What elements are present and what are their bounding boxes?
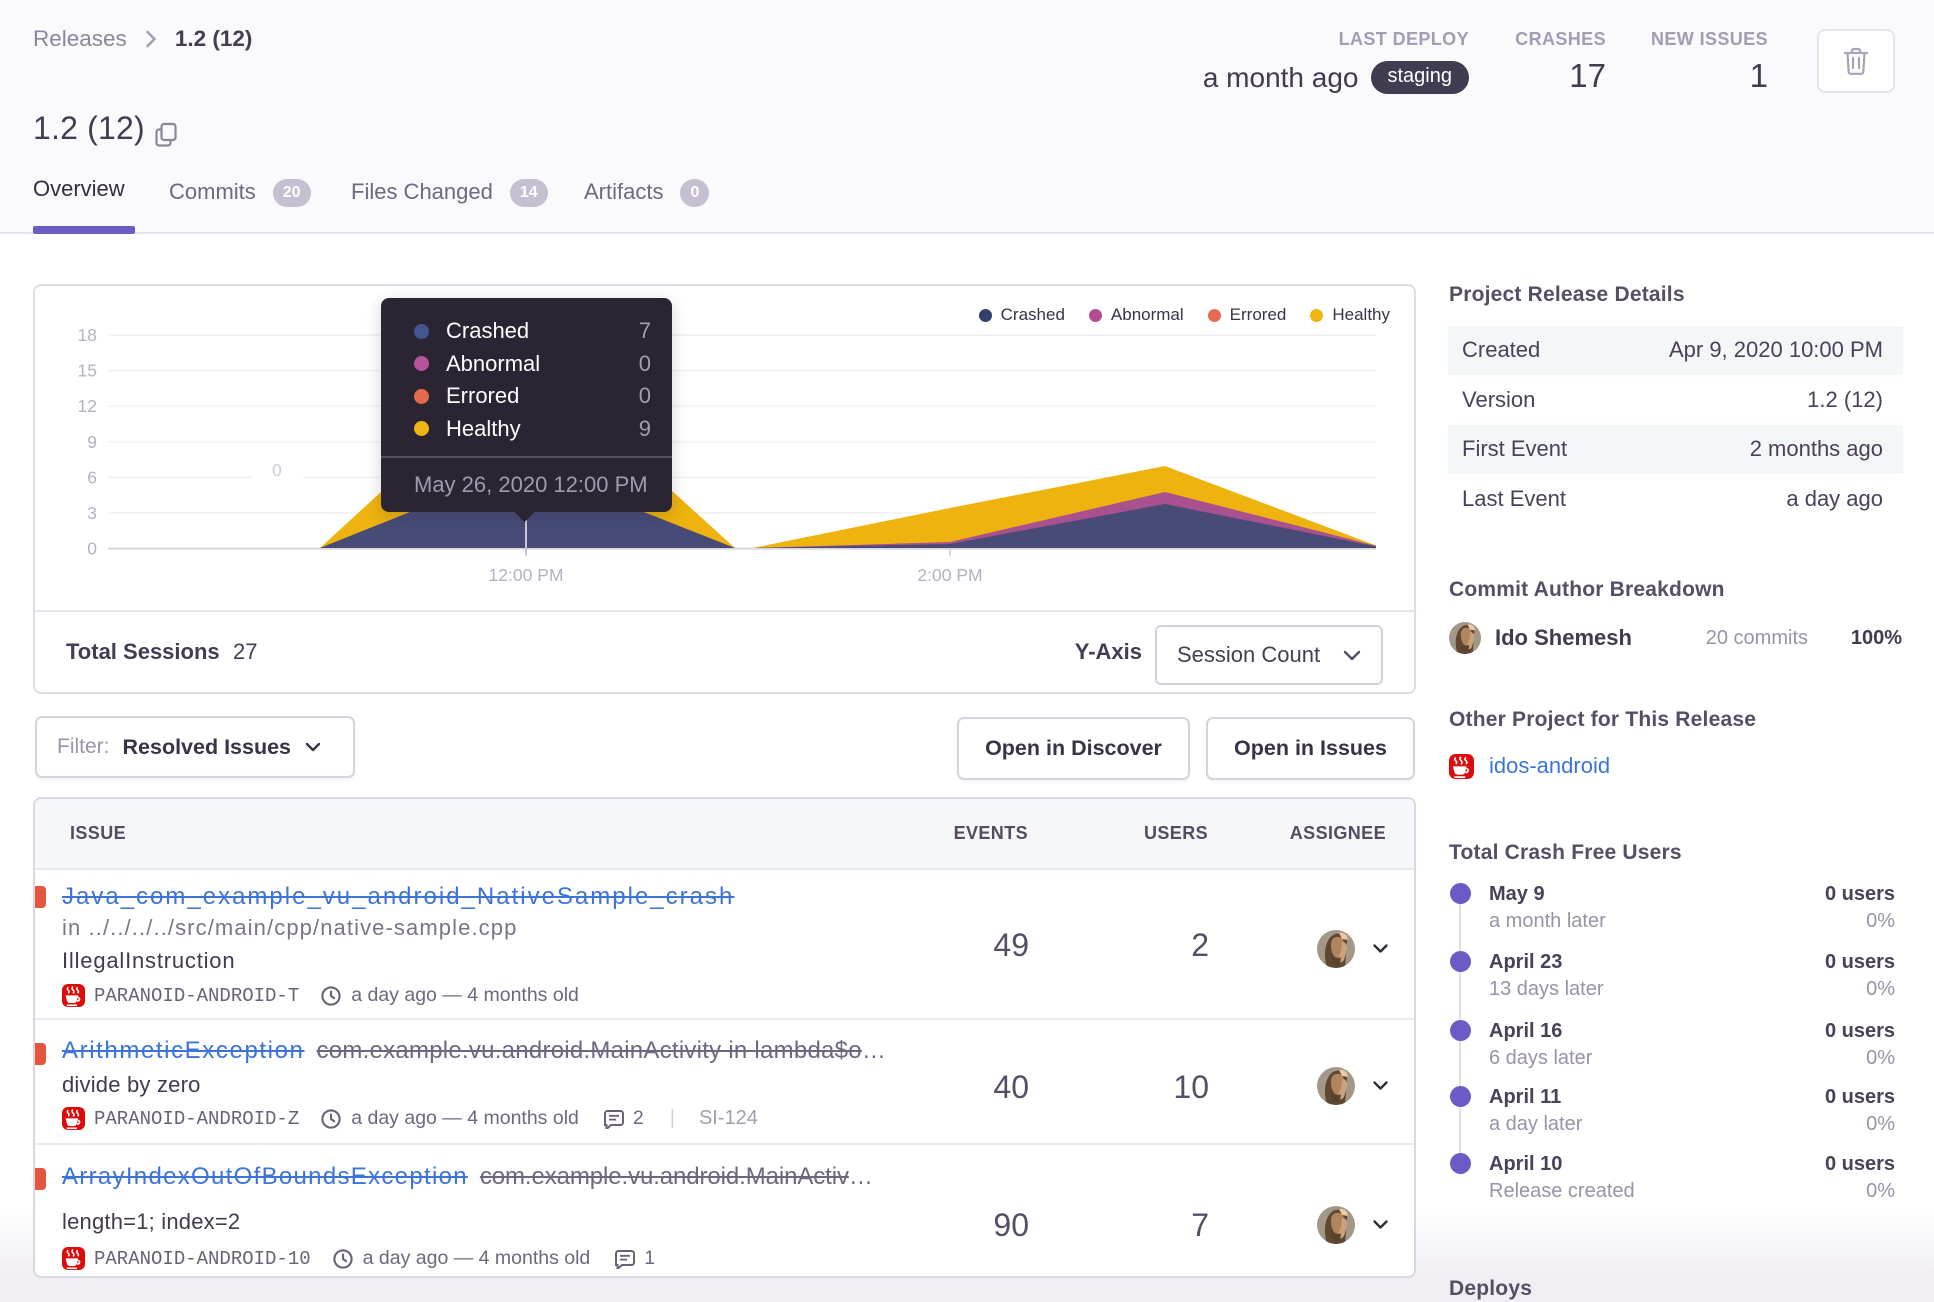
svg-text:6: 6 xyxy=(87,467,97,487)
svg-text:15: 15 xyxy=(78,361,97,381)
svg-text:18: 18 xyxy=(78,325,97,345)
svg-text:2:00 PM: 2:00 PM xyxy=(917,565,982,585)
svg-text:0: 0 xyxy=(87,539,97,559)
svg-text:12: 12 xyxy=(78,396,97,416)
svg-text:9: 9 xyxy=(87,432,97,452)
svg-text:12:00 PM: 12:00 PM xyxy=(489,565,564,585)
svg-text:3: 3 xyxy=(87,503,97,523)
svg-text:0: 0 xyxy=(272,460,282,480)
